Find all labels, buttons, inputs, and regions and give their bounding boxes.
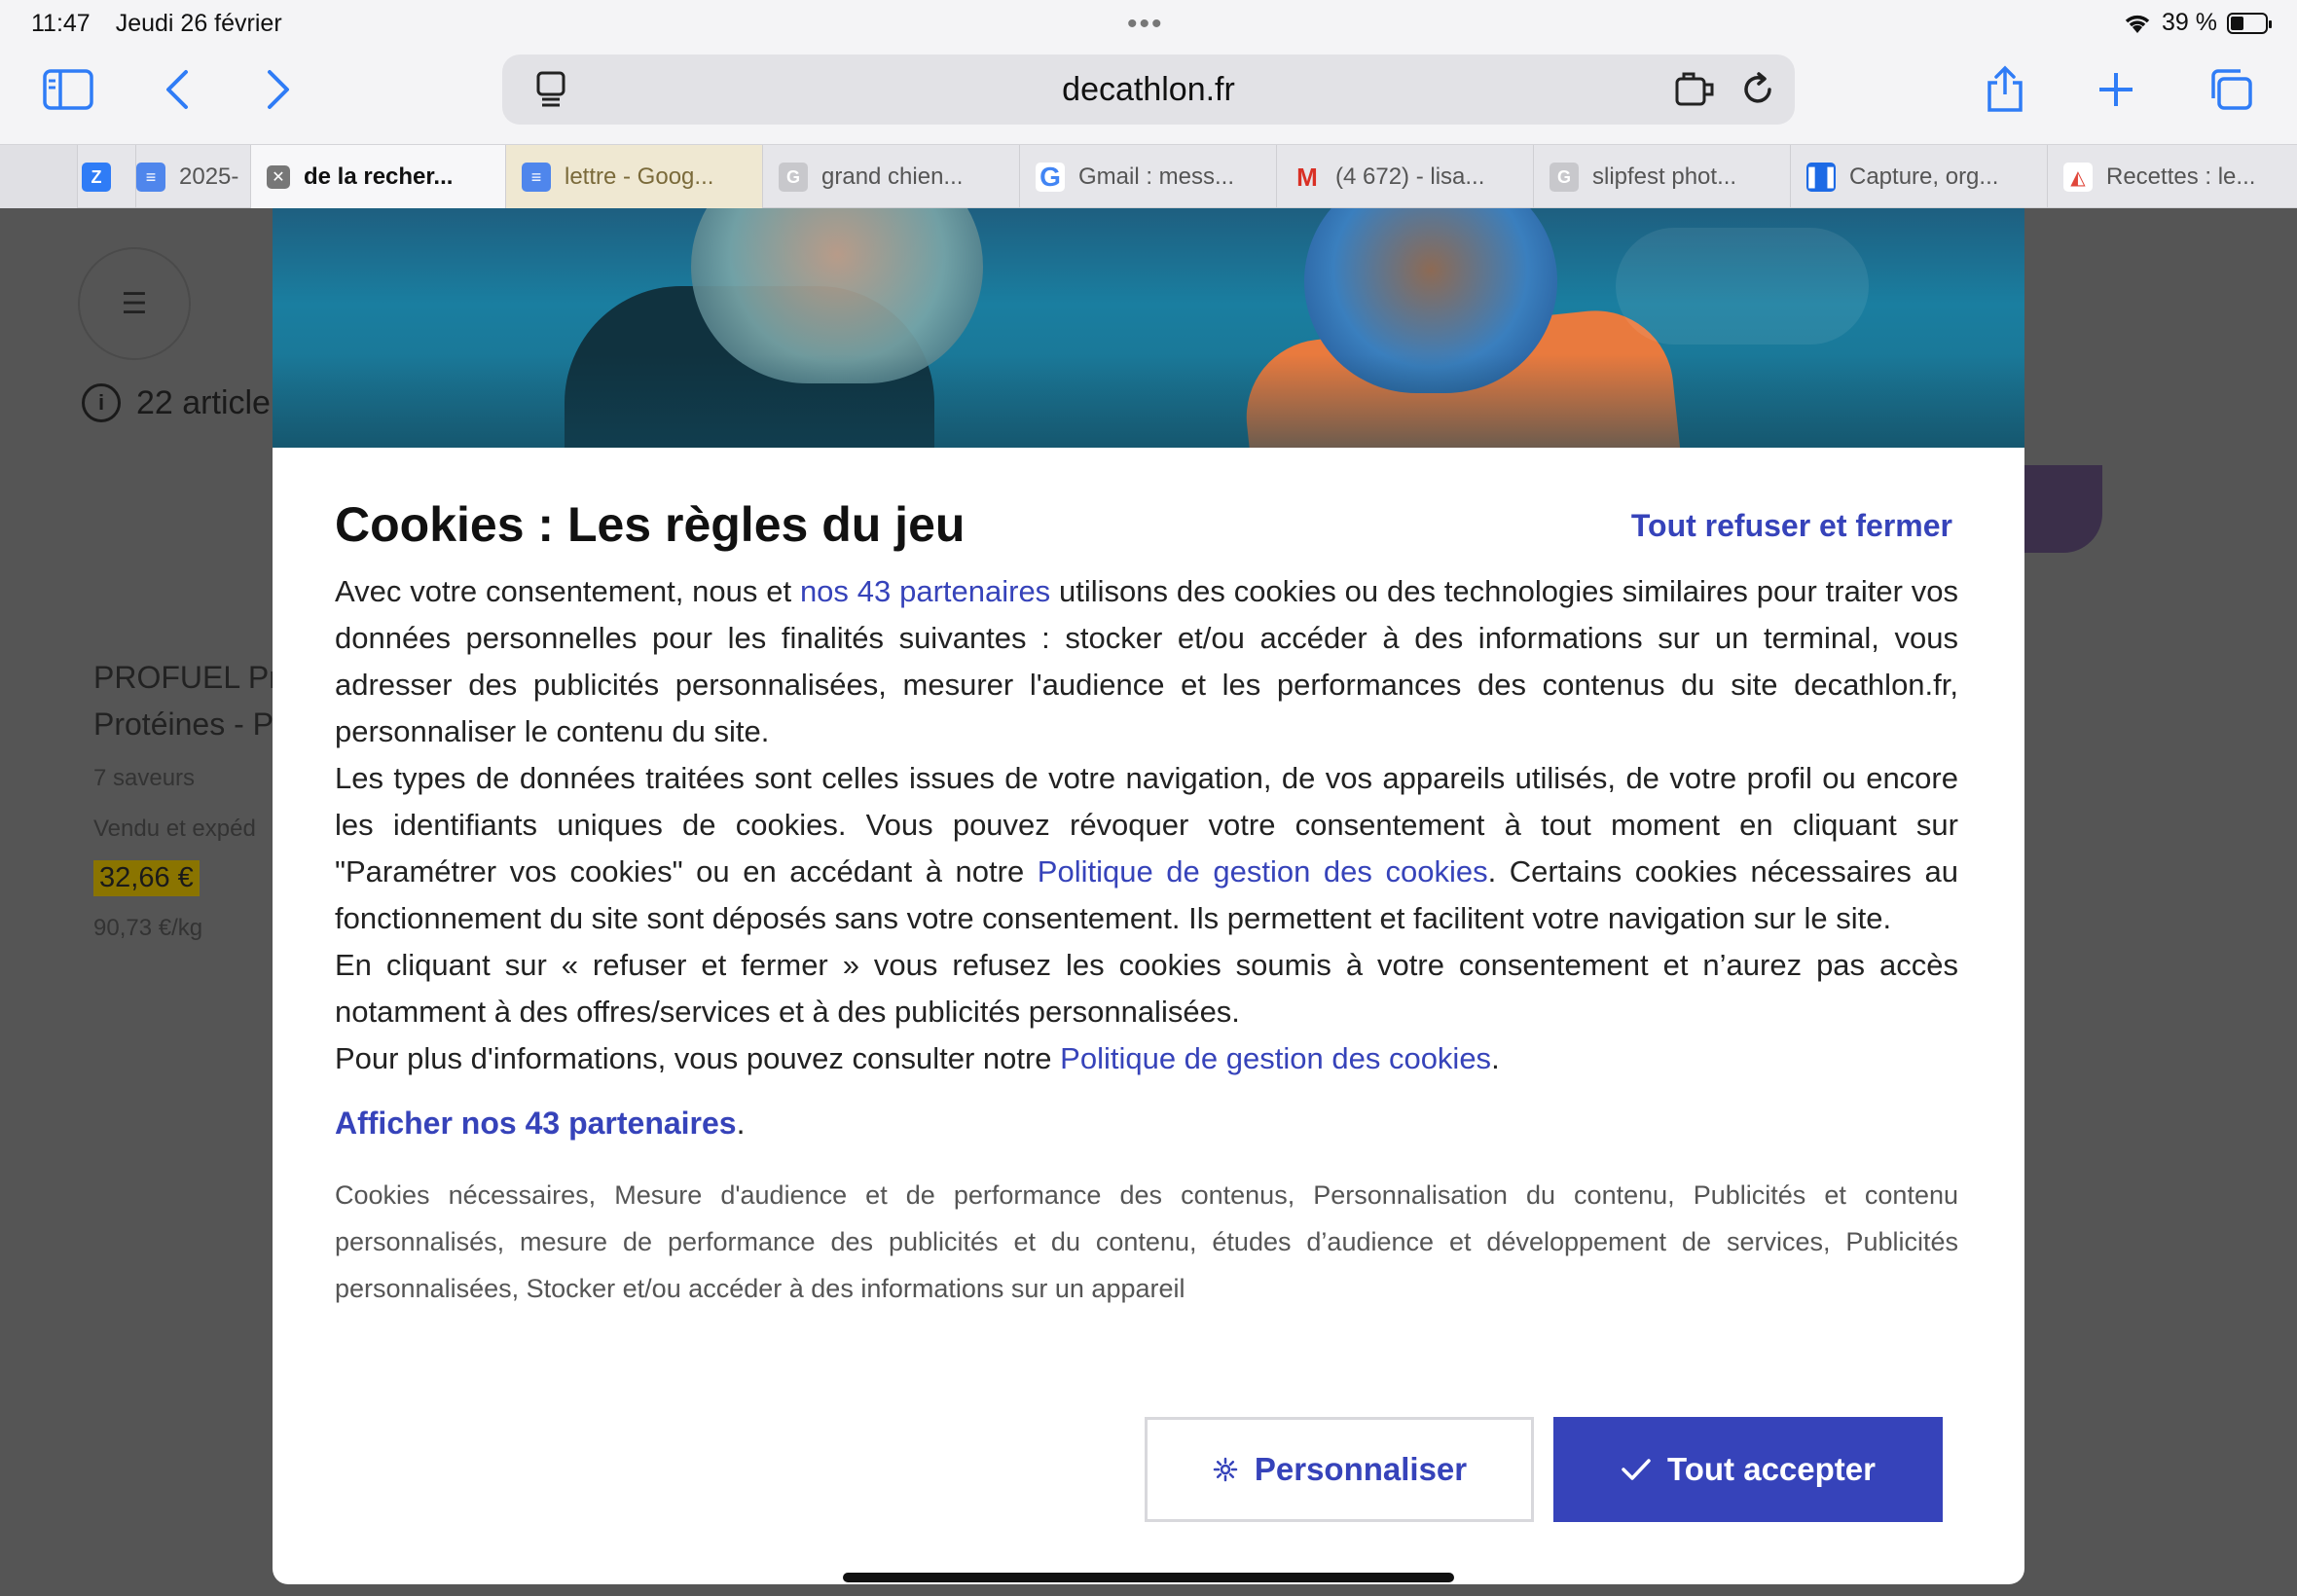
text-span: . <box>1491 1041 1500 1075</box>
status-date: Jeudi 26 février <box>115 9 282 37</box>
partners-link[interactable]: nos 43 partenaires <box>800 574 1050 608</box>
page-menu-icon[interactable] <box>528 66 574 113</box>
tab-label: (4 672) - lisa... <box>1335 163 1485 190</box>
status-bar: 11:47 Jeudi 26 février ••• 39 % <box>0 0 2297 47</box>
hero-shape <box>1616 228 1869 345</box>
address-bar[interactable]: decathlon.fr <box>502 54 1795 125</box>
consent-text: Avec votre consentement, nous et nos 43 … <box>335 568 1958 1082</box>
show-partners-link[interactable]: Afficher nos 43 partenaires <box>335 1106 737 1141</box>
consent-paragraph-4: Pour plus d'informations, vous pouvez co… <box>335 1035 1958 1082</box>
article-count-text: 22 article <box>136 383 271 421</box>
info-icon: i <box>82 383 121 422</box>
home-indicator[interactable] <box>843 1573 1454 1582</box>
new-tab-icon[interactable] <box>2087 60 2145 119</box>
customize-label: Personnaliser <box>1254 1451 1468 1487</box>
google-docs-icon: ≡ <box>136 163 165 192</box>
back-icon[interactable] <box>148 60 206 119</box>
product-price-per-kg: 90,73 €/kg <box>93 915 203 941</box>
modal-title: Cookies : Les règles du jeu <box>335 497 966 552</box>
product-name[interactable]: PROFUEL Pr Protéines - P <box>93 654 288 747</box>
tab-label: 2025- <box>179 163 239 190</box>
cookie-consent-modal: Cookies : Les règles du jeu Tout refuser… <box>273 208 2024 1584</box>
tab-slipfest[interactable]: G slipfest phot... <box>1534 145 1791 209</box>
purposes-list: Cookies nécessaires, Mesure d'audience e… <box>335 1180 1958 1303</box>
text-span: . <box>736 1106 746 1141</box>
product-flavors: 7 saveurs <box>93 765 196 791</box>
hero-image-snorkelers <box>273 208 2024 448</box>
gmail-m-icon: M <box>1296 162 1318 192</box>
tab-label: de la recher... <box>304 163 454 190</box>
show-partners: Afficher nos 43 partenaires. <box>335 1106 745 1142</box>
generic-g-icon: G <box>779 163 808 192</box>
consent-paragraph-3: En cliquant sur « refuser et fermer » vo… <box>335 948 1958 1029</box>
reload-icon[interactable] <box>1734 66 1781 113</box>
share-icon[interactable] <box>1976 60 2034 119</box>
tab-overview-icon[interactable] <box>2202 60 2260 119</box>
cookie-policy-link[interactable]: Politique de gestion des cookies <box>1038 854 1488 889</box>
battery-percent: 39 % <box>2162 9 2217 36</box>
tab-research[interactable]: ✕ de la recher... <box>251 145 506 209</box>
zoho-z-icon: Z <box>82 163 111 192</box>
tab-label: slipfest phot... <box>1592 163 1737 190</box>
browser-toolbar: decathlon.fr <box>0 47 2297 144</box>
tab-label: grand chien... <box>821 163 964 190</box>
product-seller: Vendu et expéd <box>93 816 256 842</box>
sliders-icon: ☰ <box>121 287 148 320</box>
text-span: Pour plus d'informations, vous pouvez co… <box>335 1041 1061 1075</box>
recipe-icon: ◭ <box>2063 163 2093 192</box>
tab-trello[interactable]: ▌▐ Capture, org... <box>1791 145 2048 209</box>
google-g-icon: G <box>1036 162 1065 192</box>
forward-icon[interactable] <box>249 60 308 119</box>
customize-button[interactable]: Personnaliser <box>1145 1417 1534 1522</box>
tab-gmail-search[interactable]: G Gmail : mess... <box>1020 145 1277 209</box>
filter-button[interactable]: ☰ <box>78 247 191 360</box>
multitasking-dots-icon[interactable]: ••• <box>1127 8 1164 41</box>
consent-paragraph-2: Les types de données traitées sont celle… <box>335 755 1958 942</box>
battery-icon <box>2227 12 2272 34</box>
trello-icon: ▌▐ <box>1806 163 1836 192</box>
google-docs-icon: ≡ <box>522 163 551 192</box>
tab-label: lettre - Goog... <box>565 163 714 190</box>
status-time: 11:47 <box>31 9 91 37</box>
generic-g-icon: G <box>1550 163 1579 192</box>
tab-label: Gmail : mess... <box>1078 163 1235 190</box>
close-icon[interactable]: ✕ <box>267 165 290 189</box>
tab-docs-2025[interactable]: ≡ 2025- <box>121 145 251 209</box>
sidebar-icon[interactable] <box>39 60 97 119</box>
refuse-all-button[interactable]: Tout refuser et fermer <box>1631 508 1952 544</box>
tab-pinned-spacer <box>0 145 78 209</box>
gear-icon <box>1213 1457 1238 1482</box>
consent-paragraph-1: Avec votre consentement, nous et nos 43 … <box>335 568 1958 755</box>
tab-label: Capture, org... <box>1849 163 1999 190</box>
hero-shape <box>273 354 2024 448</box>
accept-all-button[interactable]: Tout accepter <box>1553 1417 1943 1522</box>
wifi-icon <box>2125 15 2150 33</box>
url-text[interactable]: decathlon.fr <box>1062 71 1235 109</box>
product-price: 32,66 € <box>93 860 200 896</box>
check-icon <box>1622 1459 1651 1480</box>
text-span: Avec votre consentement, nous et <box>335 574 800 608</box>
tab-gmail-inbox[interactable]: M (4 672) - lisa... <box>1277 145 1534 209</box>
accept-label: Tout accepter <box>1667 1451 1876 1487</box>
tab-label: Recettes : le... <box>2106 163 2256 190</box>
article-count: i 22 article <box>82 383 271 422</box>
tab-bar: Z ≡ 2025- ✕ de la recher... ≡ lettre - G… <box>0 144 2297 209</box>
reader-extension-icon[interactable] <box>1672 66 1719 113</box>
tab-grand-chien[interactable]: G grand chien... <box>763 145 1020 209</box>
tab-lettre[interactable]: ≡ lettre - Goog... <box>506 145 763 209</box>
cookie-policy-link[interactable]: Politique de gestion des cookies <box>1060 1041 1491 1075</box>
tab-recettes[interactable]: ◭ Recettes : le... <box>2048 145 2297 209</box>
